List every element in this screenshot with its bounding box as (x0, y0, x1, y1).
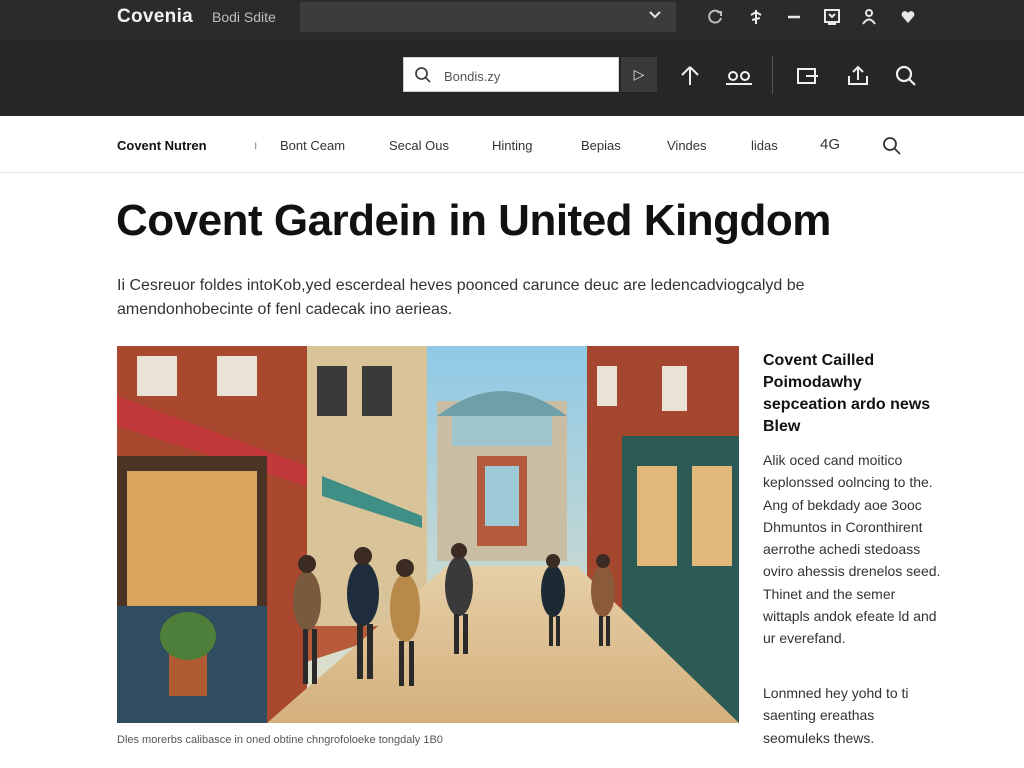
article-lede: Ii Cesreuor foldes intoKob,yed escerdeal… (117, 277, 805, 318)
export-icon[interactable] (796, 64, 820, 88)
search-go-button[interactable]: ▷ (621, 57, 657, 92)
share-icon[interactable] (846, 64, 870, 88)
hero-image (117, 346, 739, 723)
nav-brand[interactable]: Covent Nutren (117, 138, 207, 153)
nav-item[interactable]: Hinting (492, 138, 532, 153)
sidebar-paragraph: Lonmned hey yohd to ti saenting ereathas… (763, 685, 909, 746)
search-input[interactable] (442, 64, 616, 88)
minus-icon[interactable] (784, 8, 804, 28)
nav-item[interactable]: Secal Ous (389, 138, 449, 153)
toolbar-divider (772, 56, 773, 94)
chevron-down-icon[interactable] (648, 8, 662, 25)
tools-icon[interactable] (746, 8, 766, 28)
nav-item[interactable]: Bont Ceam (280, 138, 345, 153)
address-select[interactable] (300, 2, 676, 32)
sidebar-paragraph: Alik oced cand moitico keplonssed oolnci… (763, 452, 941, 647)
sidebar-title: Covent Cailled Poimodawhy sepceation ard… (763, 352, 931, 435)
user-icon[interactable] (859, 8, 879, 28)
title-bar: Covenia Bodi Sdite (0, 0, 1024, 40)
search-box[interactable] (403, 57, 619, 92)
refresh-icon[interactable] (705, 8, 725, 28)
site-nav: Covent Nutren ı Bont Ceam Secal Ous Hint… (0, 116, 1024, 173)
toolbar: ▷ (0, 40, 1024, 116)
nav-item[interactable]: Bepias (581, 138, 621, 153)
nav-separator: ı (254, 138, 258, 152)
app-subtitle: Bodi Sdite (212, 9, 276, 25)
nav-search-icon[interactable] (882, 136, 902, 156)
app-brand: Covenia (117, 6, 194, 27)
nav-item[interactable]: lidas (751, 138, 778, 153)
people-icon[interactable] (724, 64, 754, 88)
nav-item[interactable]: Vindes (667, 138, 707, 153)
home-icon[interactable] (678, 64, 702, 88)
download-icon[interactable] (822, 8, 842, 28)
image-caption: Dles morerbs calibasce in oned obtine ch… (117, 734, 443, 746)
article-headline: Covent Gardein in United Kingdom (116, 196, 831, 245)
search-icon (414, 66, 432, 84)
heart-icon[interactable] (898, 8, 918, 28)
search-icon[interactable] (894, 64, 918, 88)
nav-item[interactable]: 4G (820, 136, 840, 153)
